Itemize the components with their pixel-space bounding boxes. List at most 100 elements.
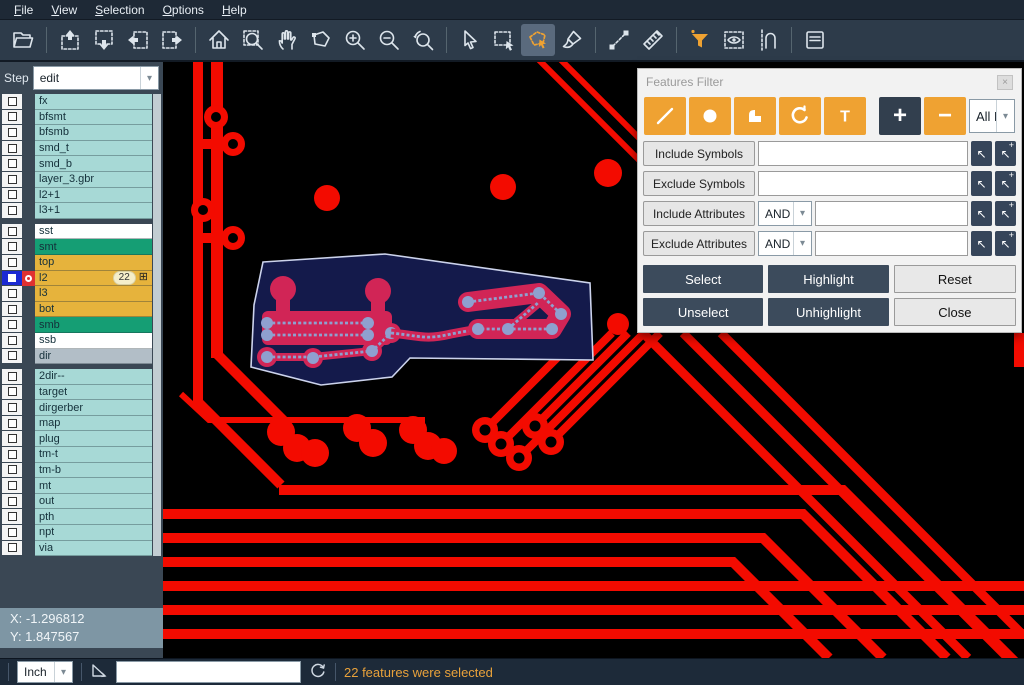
- layer-row[interactable]: bfsmb ⊞: [0, 125, 163, 141]
- exclude-attributes-button[interactable]: Exclude Attributes: [643, 231, 755, 256]
- layer-name-bar[interactable]: tm-t ⊞: [35, 447, 152, 463]
- layer-row[interactable]: tm-b ⊞: [0, 463, 163, 479]
- layer-name-bar[interactable]: dir ⊞: [35, 349, 152, 365]
- layer-checkbox[interactable]: [2, 317, 22, 333]
- layer-row[interactable]: dirgerber ⊞: [0, 400, 163, 416]
- layer-checkbox[interactable]: [2, 286, 22, 302]
- layer-row[interactable]: smb ⊞: [0, 317, 163, 333]
- filter-lines-button[interactable]: [644, 97, 686, 135]
- layer-row[interactable]: 2dir-- ⊞: [0, 369, 163, 385]
- menu-file[interactable]: File: [6, 1, 41, 19]
- layer-row[interactable]: via ⊞: [0, 541, 163, 557]
- layer-row[interactable]: tm-t ⊞: [0, 447, 163, 463]
- zoom-home-button[interactable]: [202, 24, 236, 56]
- clear-highlight-button[interactable]: [555, 24, 589, 56]
- layer-row[interactable]: bfsmt ⊞: [0, 110, 163, 126]
- layer-row[interactable]: l3 ⊞: [0, 286, 163, 302]
- pick-attribute-add-button[interactable]: ↖+: [995, 201, 1016, 226]
- layer-checkbox[interactable]: [2, 541, 22, 557]
- highlight-button[interactable]: Highlight: [768, 265, 888, 293]
- layer-name-bar[interactable]: bfsmb ⊞: [35, 125, 152, 141]
- layer-row[interactable]: top ⊞: [0, 255, 163, 271]
- layer-checkbox[interactable]: [2, 478, 22, 494]
- layer-name-bar[interactable]: out ⊞: [35, 494, 152, 510]
- layer-checkbox[interactable]: [2, 369, 22, 385]
- layer-name-bar[interactable]: l3+1 ⊞: [35, 203, 152, 219]
- layer-row[interactable]: l2+1 ⊞: [0, 188, 163, 204]
- zoom-previous-button[interactable]: [406, 24, 440, 56]
- layer-row[interactable]: smd_t ⊞: [0, 141, 163, 157]
- layer-checkbox[interactable]: [2, 94, 22, 110]
- ruler-button[interactable]: [636, 24, 670, 56]
- layer-checkbox[interactable]: [2, 271, 22, 287]
- layer-row[interactable]: fx ⊞: [0, 94, 163, 110]
- scroll-left-button[interactable]: [121, 24, 155, 56]
- include-symbols-input[interactable]: [758, 141, 968, 166]
- layer-row[interactable]: sst ⊞: [0, 224, 163, 240]
- layer-name-bar[interactable]: smb ⊞: [35, 317, 152, 333]
- layer-checkbox[interactable]: [2, 509, 22, 525]
- dialog-title-bar[interactable]: Features Filter ×: [638, 69, 1021, 95]
- unit-select[interactable]: Inch ▾: [17, 661, 73, 683]
- pick-symbol-add-button[interactable]: ↖+: [995, 171, 1016, 196]
- zoom-out-button[interactable]: [372, 24, 406, 56]
- menu-selection[interactable]: Selection: [87, 1, 152, 19]
- step-select[interactable]: edit ▾: [33, 66, 159, 90]
- layer-name-bar[interactable]: l3 ⊞: [35, 286, 152, 302]
- layer-checkbox[interactable]: [2, 110, 22, 126]
- layer-name-bar[interactable]: tm-b ⊞: [35, 463, 152, 479]
- pick-symbol-button[interactable]: ↖: [971, 141, 992, 166]
- layer-row[interactable]: mt ⊞: [0, 478, 163, 494]
- pan-hand-button[interactable]: [270, 24, 304, 56]
- unselect-button[interactable]: Unselect: [643, 298, 763, 326]
- layer-checkbox[interactable]: [2, 239, 22, 255]
- remove-filter-button[interactable]: −: [924, 97, 966, 135]
- filter-arcs-button[interactable]: [779, 97, 821, 135]
- layer-name-bar[interactable]: bot ⊞: [35, 302, 152, 318]
- open-file-button[interactable]: [6, 24, 40, 56]
- layer-row[interactable]: smd_b ⊞: [0, 156, 163, 172]
- layer-row[interactable]: npt ⊞: [0, 525, 163, 541]
- snap-angle-icon[interactable]: [90, 661, 108, 684]
- filter-pads-button[interactable]: [689, 97, 731, 135]
- layer-name-bar[interactable]: sst ⊞: [35, 224, 152, 240]
- reset-button[interactable]: Reset: [894, 265, 1016, 293]
- scroll-down-button[interactable]: [87, 24, 121, 56]
- layer-checkbox[interactable]: [2, 172, 22, 188]
- unhighlight-button[interactable]: Unhighlight: [768, 298, 888, 326]
- exclude-symbols-button[interactable]: Exclude Symbols: [643, 171, 755, 196]
- include-attributes-button[interactable]: Include Attributes: [643, 201, 755, 226]
- menu-view[interactable]: View: [43, 1, 85, 19]
- layer-row[interactable]: l2 22 ⊞: [0, 271, 163, 287]
- layer-checkbox[interactable]: [2, 203, 22, 219]
- zoom-window-button[interactable]: [236, 24, 270, 56]
- layer-name-bar[interactable]: l2+1 ⊞: [35, 188, 152, 204]
- layer-checkbox[interactable]: [2, 463, 22, 479]
- layer-row[interactable]: l3+1 ⊞: [0, 203, 163, 219]
- layer-name-bar[interactable]: top ⊞: [35, 255, 152, 271]
- layer-checkbox[interactable]: [2, 494, 22, 510]
- layer-name-bar[interactable]: l2 22 ⊞: [35, 271, 152, 287]
- measure-distance-button[interactable]: [602, 24, 636, 56]
- layer-row[interactable]: plug ⊞: [0, 431, 163, 447]
- layer-checkbox[interactable]: [2, 385, 22, 401]
- layer-checkbox[interactable]: [2, 188, 22, 204]
- layer-row[interactable]: pth ⊞: [0, 509, 163, 525]
- close-button[interactable]: Close: [894, 298, 1016, 326]
- pick-symbol-add-button[interactable]: ↖+: [995, 141, 1016, 166]
- layer-checkbox[interactable]: [2, 416, 22, 432]
- select-button[interactable]: [453, 24, 487, 56]
- filter-text-button[interactable]: T: [824, 97, 866, 135]
- layer-name-bar[interactable]: bfsmt ⊞: [35, 110, 152, 126]
- layer-checkbox[interactable]: [2, 302, 22, 318]
- layer-name-bar[interactable]: dirgerber ⊞: [35, 400, 152, 416]
- layer-checkbox[interactable]: [2, 431, 22, 447]
- layer-name-bar[interactable]: smd_b ⊞: [35, 156, 152, 172]
- close-icon[interactable]: ×: [997, 75, 1013, 90]
- show-hide-layers-button[interactable]: [717, 24, 751, 56]
- layer-name-bar[interactable]: ssb ⊞: [35, 333, 152, 349]
- layer-checkbox[interactable]: [2, 141, 22, 157]
- pick-attribute-button[interactable]: ↖: [971, 231, 992, 256]
- layer-row[interactable]: bot ⊞: [0, 302, 163, 318]
- layer-row[interactable]: layer_3.gbr ⊞: [0, 172, 163, 188]
